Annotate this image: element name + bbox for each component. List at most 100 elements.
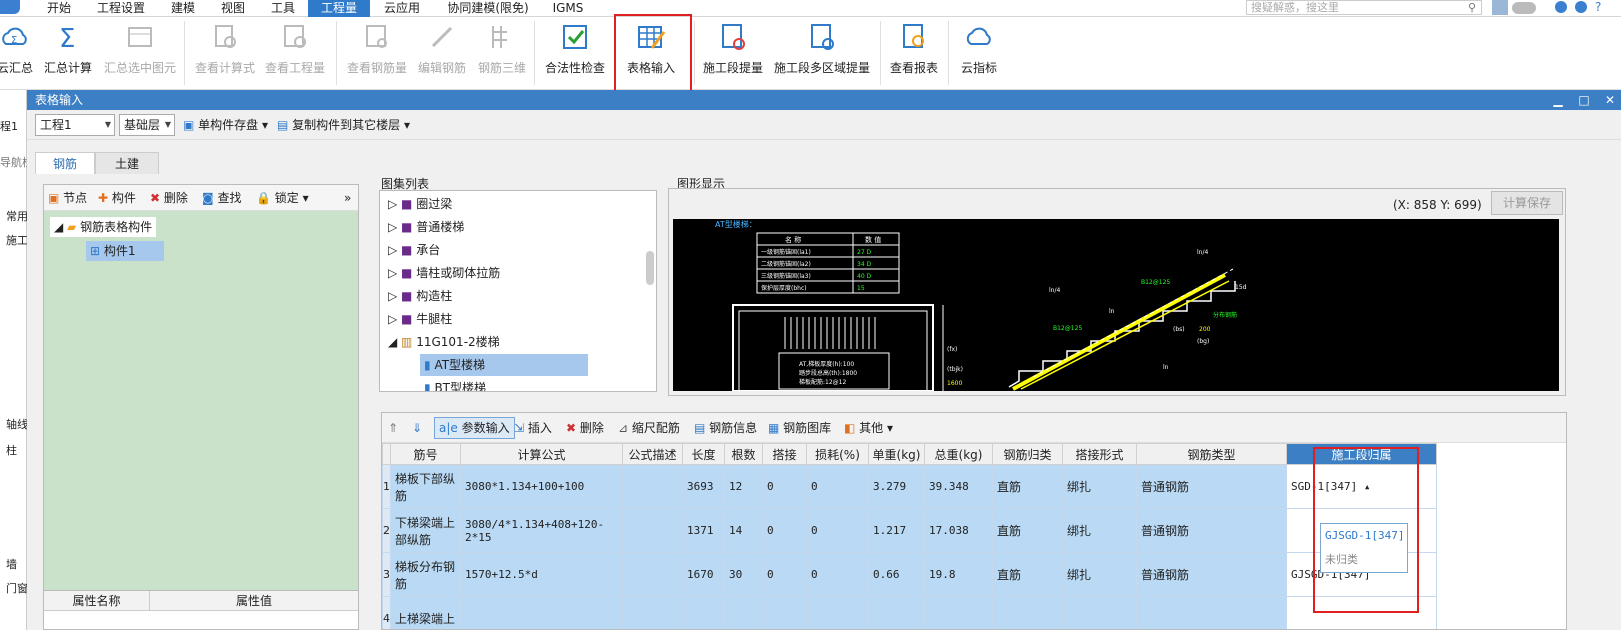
cell-unit-weight[interactable]: 1.217 [868,508,925,553]
cell-length[interactable]: 1670 [682,552,725,597]
rebar-3d-button[interactable]: 钢筋三维 [474,22,530,84]
toggle-icon[interactable] [1512,2,1536,14]
col-header[interactable]: 根数 [724,443,763,465]
validity-check-button[interactable]: 合法性检查 [542,22,608,84]
move-down-icon[interactable]: ⇓ [412,419,422,437]
cell-name[interactable]: 下梯梁端上部纵筋 [390,508,461,553]
view-rebar-button[interactable]: 查看钢筋量 [344,22,410,84]
minimize-icon[interactable]: ▁ [1549,90,1567,110]
table-row[interactable]: 2 下梯梁端上部纵筋 3080/4*1.134+408+120-2*15 137… [382,508,1437,553]
cell-lap-form[interactable]: 绑扎 [1062,552,1137,597]
menu-igms[interactable]: IGMS [548,0,588,17]
close-icon[interactable]: ✕ [1601,90,1619,110]
row-number[interactable]: 2 [382,508,391,553]
table-row[interactable]: 3 梯板分布钢筋 1570+12.5*d 1670 30 0 0 0.66 19… [382,552,1437,597]
cell-length[interactable]: 3693 [682,464,725,509]
menu-cloud[interactable]: 云应用 [374,0,430,17]
cell-desc[interactable] [622,552,683,597]
cell-lap[interactable]: 0 [762,552,807,597]
col-header[interactable]: 钢筋归类 [992,443,1063,465]
cell-length[interactable] [682,596,725,629]
segment-quantity-button[interactable]: 施工段提量 [700,22,766,84]
cell-loss[interactable] [806,596,869,629]
maximize-icon[interactable]: □ [1575,90,1593,110]
segment-multi-quantity-button[interactable]: 施工段多区域提量 [770,22,874,84]
cell-count[interactable]: 14 [724,508,763,553]
project-tab-fragment[interactable]: 程1 [0,118,18,134]
cell-lap[interactable]: 0 [762,464,807,509]
other-button[interactable]: ◧ 其他 ▾ [844,419,893,437]
col-header[interactable]: 搭接 [762,443,807,465]
cell-loss[interactable]: 0 [806,552,869,597]
menu-project-settings[interactable]: 工程设置 [90,0,152,17]
cell-type[interactable]: 普通钢筋 [1136,464,1287,509]
menu-modeling[interactable]: 建模 [162,0,204,17]
cell-class[interactable] [992,596,1063,629]
headset-icon[interactable] [1575,1,1587,13]
cell-desc[interactable] [622,596,683,629]
common-fragment[interactable]: 常用 [6,208,28,224]
cell-formula[interactable]: 3080*1.134+100+100 [460,464,623,509]
insert-button[interactable]: ⇲ 插入 [514,419,552,437]
rebar-library-button[interactable]: ▦ 钢筋图库 [768,419,831,437]
wall-fragment[interactable]: 墙 [6,556,17,572]
summary-selected-button[interactable]: 汇总选中图元 [100,22,180,84]
search-icon[interactable]: ⚲ [1468,1,1476,14]
find-button[interactable]: ◙ 查找 [202,189,242,207]
menu-tools[interactable]: 工具 [262,0,304,17]
bell-icon[interactable] [1555,1,1567,13]
atlas-item[interactable]: ▷ ■ 承台 [388,239,440,261]
save-component-button[interactable]: ▣ 单构件存盘 ▾ [183,114,268,136]
menu-collab[interactable]: 协同建模(限免) [436,0,540,17]
edit-rebar-button[interactable]: 编辑钢筋 [414,22,470,84]
col-header[interactable]: 筋号 [390,443,461,465]
row-number[interactable]: 4 [382,596,391,629]
rebar-info-button[interactable]: ▤ 钢筋信息 [694,419,757,437]
atlas-item[interactable]: ▷ ■ 圈过梁 [388,193,452,215]
cell-lap-form[interactable] [1062,596,1137,629]
avatar[interactable] [1492,0,1508,15]
view-report-button[interactable]: 查看报表 [886,22,942,84]
cell-unit-weight[interactable]: 0.66 [868,552,925,597]
cell-type[interactable]: 普通钢筋 [1136,552,1287,597]
cell-desc[interactable] [622,508,683,553]
param-input-button[interactable]: a|e 参数输入 [434,417,515,439]
copy-to-floor-button[interactable]: ▤ 复制构件到其它楼层 ▾ [277,114,410,136]
floor-select[interactable]: 基础层 ▼ [119,114,175,136]
cell-lap-form[interactable]: 绑扎 [1062,464,1137,509]
cell-name[interactable]: 梯板下部纵筋 [390,464,461,509]
atlas-item[interactable]: ▷ ■ 构造柱 [388,285,452,307]
menu-quantities[interactable]: 工程量 [308,0,370,17]
view-formula-button[interactable]: 查看计算式 [192,22,258,84]
search-input[interactable]: 搜疑解惑，搜这里 [1246,0,1482,15]
lock-button[interactable]: 🔒 锁定 ▾ [256,189,309,207]
door-window-fragment[interactable]: 门窗 [6,580,28,596]
cell-loss[interactable]: 0 [806,464,869,509]
cell-class[interactable]: 直筋 [992,508,1063,553]
atlas-item[interactable]: ▮ BT型楼梯 [424,377,486,391]
cloud-summary-button[interactable]: Σ 云汇总 [0,22,38,84]
cell-total-weight[interactable]: 39.348 [924,464,993,509]
project-select[interactable]: 工程1 ▼ [35,114,115,136]
atlas-item[interactable]: ▷ ■ 普通楼梯 [388,216,464,238]
col-header[interactable]: 搭接形式 [1062,443,1137,465]
tab-civil[interactable]: 土建 [95,152,159,174]
cloud-index-button[interactable]: 云指标 [954,22,1004,84]
cell-name[interactable]: 上梯梁端上 [390,596,461,629]
component-button[interactable]: ✚ 构件 [98,189,136,207]
move-up-icon[interactable]: ⇑ [388,419,398,437]
col-header[interactable]: 计算公式 [460,443,623,465]
tab-rebar[interactable]: 钢筋 [35,152,95,174]
delete-button[interactable]: ✖ 删除 [150,189,188,207]
tree-root[interactable]: ◢ ▰ 钢筋表格构件 [50,217,157,237]
cell-formula[interactable]: 3080/4*1.134+408+120-2*15 [460,508,623,553]
col-header[interactable]: 损耗(%) [806,443,869,465]
cell-type[interactable] [1136,596,1287,629]
atlas-item[interactable]: ▷ ■ 墙柱或砌体拉筋 [388,262,500,284]
menu-view[interactable]: 视图 [212,0,254,17]
atlas-item-selected[interactable]: ▮ AT型楼梯 [420,354,588,376]
cell-total-weight[interactable] [924,596,993,629]
construction-fragment[interactable]: 施工 [6,232,28,248]
axis-fragment[interactable]: 轴线 [6,416,28,432]
atlas-item[interactable]: ▷ ■ 牛腿柱 [388,308,452,330]
